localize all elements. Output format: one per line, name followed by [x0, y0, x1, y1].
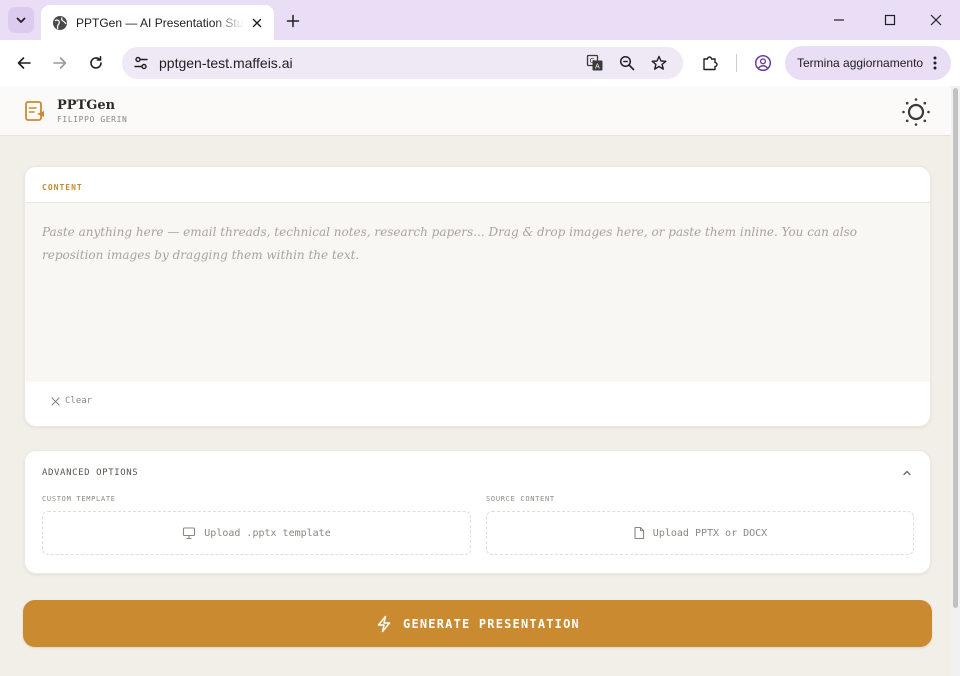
browser-tab-active[interactable]: PPTGen — AI Presentation Studio [41, 5, 274, 40]
minimize-button[interactable] [827, 8, 851, 32]
puzzle-icon [703, 56, 718, 71]
app-header: PPTGen FILIPPO GERIN [0, 86, 951, 136]
chevron-up-icon [903, 470, 911, 476]
url-text[interactable]: pptgen-test.maffeis.ai [159, 55, 293, 71]
arrow-left-icon [17, 57, 31, 69]
close-icon [930, 14, 942, 26]
close-icon [51, 396, 60, 406]
tab-title: PPTGen — AI Presentation Studio [76, 15, 244, 30]
theme-toggle-button[interactable] [899, 95, 933, 129]
tab-search-button[interactable] [8, 7, 34, 33]
plus-icon [286, 14, 300, 28]
brand-subtitle: FILIPPO GERIN [57, 115, 128, 124]
page-scrollbar[interactable] [951, 86, 960, 676]
reload-button[interactable] [83, 50, 109, 76]
custom-template-upload[interactable]: Upload .pptx template [42, 511, 471, 555]
content-label: CONTENT [42, 183, 83, 192]
advanced-options-card: ADVANCED OPTIONS CUSTOM TEMPLATE Upload … [24, 450, 931, 574]
arrow-right-icon [53, 57, 67, 69]
source-content-upload[interactable]: Upload PPTX or DOCX [486, 511, 914, 555]
toolbar-separator [736, 54, 737, 72]
custom-template-label: CUSTOM TEMPLATE [42, 495, 116, 503]
extensions-button[interactable] [697, 50, 723, 76]
more-vertical-icon [933, 56, 937, 70]
sun-icon [902, 98, 930, 126]
clear-button[interactable]: Clear [51, 396, 92, 406]
custom-template-upload-label: Upload .pptx template [204, 527, 331, 539]
minimize-icon [834, 19, 844, 21]
advanced-options-toggle[interactable] [899, 465, 915, 481]
svg-text:A: A [595, 63, 600, 71]
source-content-label: SOURCE CONTENT [486, 495, 555, 503]
update-button-label: Termina aggiornamento [797, 56, 924, 70]
content-placeholder: Paste anything here — email threads, tec… [42, 225, 858, 262]
translate-button[interactable]: G A [584, 52, 606, 74]
chevron-down-icon [16, 17, 26, 23]
brand-name: PPTGen [57, 98, 116, 113]
browser-toolbar: pptgen-test.maffeis.ai G A Termina aggio… [0, 40, 960, 86]
file-icon [634, 526, 644, 540]
forward-button[interactable] [47, 50, 73, 76]
tune-icon [134, 56, 148, 70]
page-content: PPTGen FILIPPO GERIN CONTENT Paste anyth… [0, 86, 960, 676]
scrollbar-thumb[interactable] [953, 88, 958, 608]
presentation-logo-icon [25, 101, 44, 121]
address-bar[interactable]: pptgen-test.maffeis.ai G A [122, 47, 683, 79]
content-editor[interactable]: Paste anything here — email threads, tec… [25, 202, 930, 382]
content-card: CONTENT Paste anything here — email thre… [24, 166, 931, 427]
clear-label: Clear [65, 396, 93, 406]
tab-close-button[interactable] [248, 14, 266, 32]
generate-presentation-label: GENERATE PRESENTATION [403, 616, 580, 631]
source-content-upload-label: Upload PPTX or DOCX [652, 527, 768, 539]
site-info-button[interactable] [130, 52, 152, 74]
bookmark-button[interactable] [648, 52, 670, 74]
star-icon [651, 55, 667, 70]
reload-icon [90, 56, 102, 69]
update-button[interactable]: Termina aggiornamento [785, 46, 951, 80]
profile-button[interactable] [750, 50, 776, 76]
close-icon [252, 18, 262, 27]
zoom-out-icon [619, 55, 635, 71]
maximize-icon [884, 14, 896, 26]
browser-tab-bar: PPTGen — AI Presentation Studio [0, 0, 960, 40]
more-menu-icon[interactable] [927, 55, 943, 71]
maximize-button[interactable] [878, 8, 902, 32]
new-tab-button[interactable] [282, 10, 304, 32]
zoom-button[interactable] [616, 52, 638, 74]
profile-icon [754, 54, 772, 72]
back-button[interactable] [11, 50, 37, 76]
globe-icon [53, 15, 67, 30]
close-window-button[interactable] [924, 8, 948, 32]
advanced-options-title[interactable]: ADVANCED OPTIONS [42, 468, 138, 478]
lightning-icon [377, 615, 391, 632]
translate-icon: G A [586, 54, 603, 71]
generate-presentation-button[interactable]: GENERATE PRESENTATION [23, 600, 932, 647]
monitor-icon [183, 527, 196, 540]
